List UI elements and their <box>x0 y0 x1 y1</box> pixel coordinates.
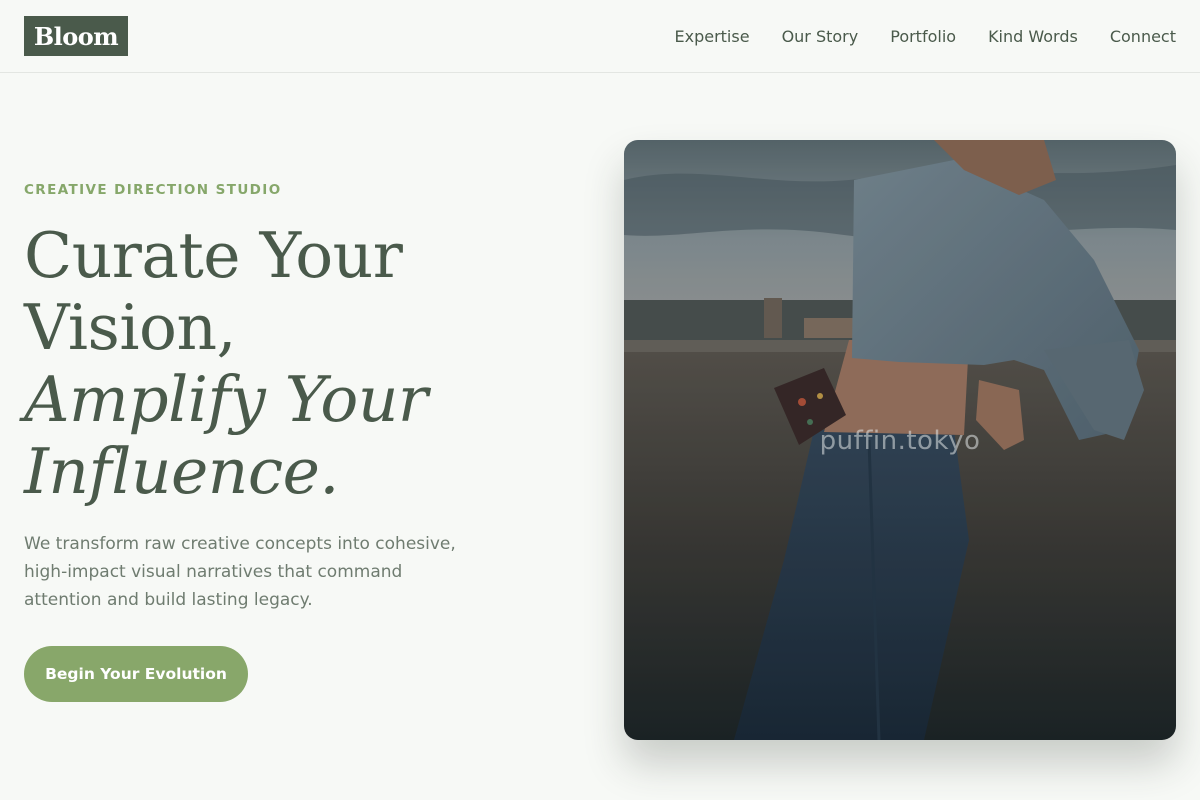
hero-eyebrow: CREATIVE DIRECTION STUDIO <box>24 182 282 198</box>
image-watermark: puffin.tokyo <box>819 426 981 456</box>
headline-line-2: Vision, <box>24 291 237 364</box>
headline-line-1: Curate Your <box>24 219 403 292</box>
brand-logo[interactable]: Bloom <box>24 16 128 56</box>
headline-line-3: Amplify Your <box>24 363 428 436</box>
hero-headline: Curate Your Vision, Amplify Your Influen… <box>24 220 584 508</box>
hero-photo: puffin.tokyo <box>624 140 1176 740</box>
nav-link-portfolio[interactable]: Portfolio <box>890 27 956 46</box>
nav-link-expertise[interactable]: Expertise <box>675 27 750 46</box>
begin-evolution-button[interactable]: Begin Your Evolution <box>24 646 248 702</box>
nav-link-connect[interactable]: Connect <box>1110 27 1176 46</box>
nav-link-kind-words[interactable]: Kind Words <box>988 27 1078 46</box>
site-header: Bloom Expertise Our Story Portfolio Kind… <box>0 0 1200 73</box>
hero-description: We transform raw creative concepts into … <box>24 534 456 610</box>
main-nav: Expertise Our Story Portfolio Kind Words… <box>675 24 1177 48</box>
nav-link-our-story[interactable]: Our Story <box>782 27 859 46</box>
headline-line-4: Influence. <box>24 435 339 508</box>
